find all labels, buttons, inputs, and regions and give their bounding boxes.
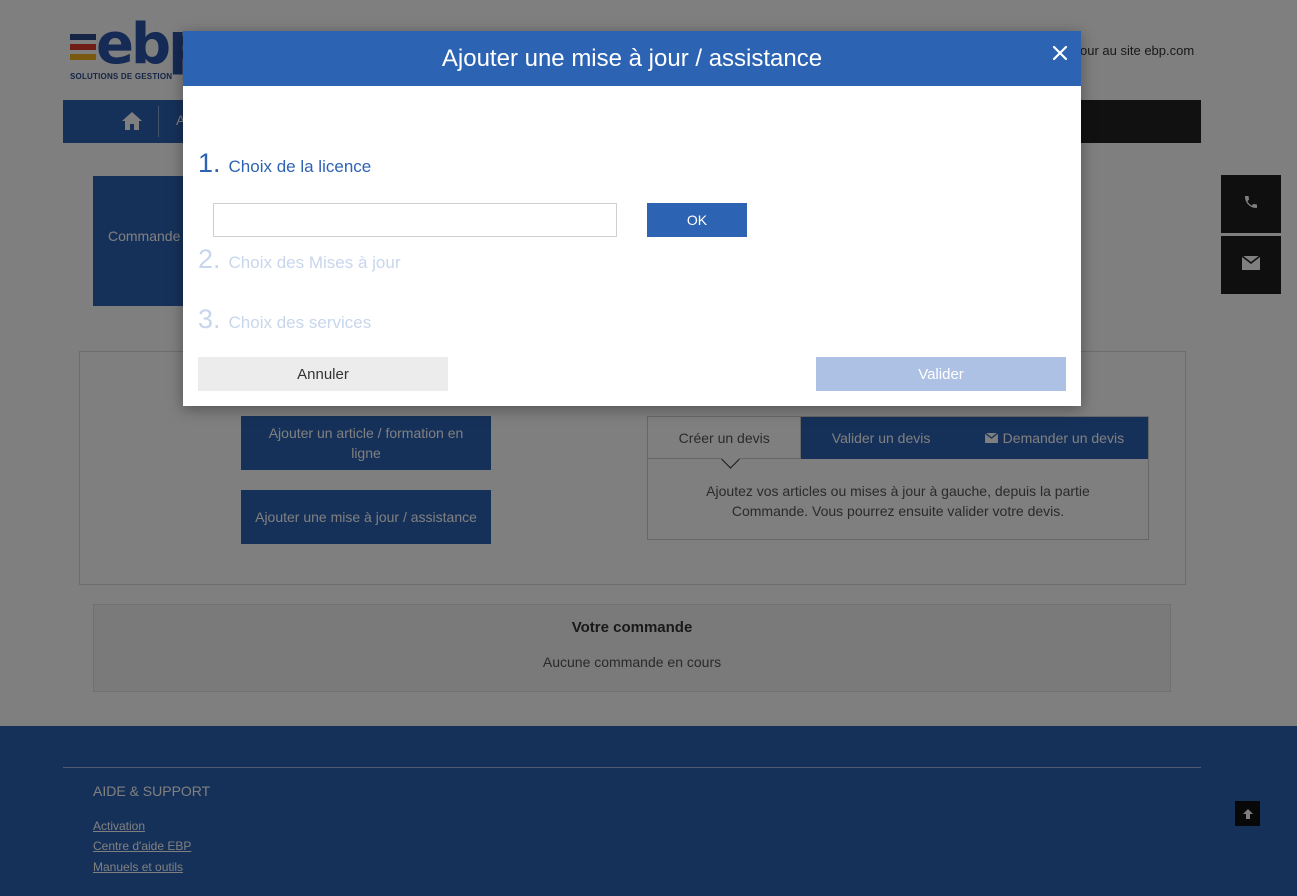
cancel-button[interactable]: Annuler	[198, 357, 448, 391]
modal-header: Ajouter une mise à jour / assistance	[183, 31, 1081, 86]
step-updates: 2. Choix des Mises à jour	[198, 244, 401, 275]
close-button[interactable]	[1047, 40, 1073, 66]
validate-button[interactable]: Valider	[816, 357, 1066, 391]
step-licence: 1. Choix de la licence	[198, 148, 371, 179]
step-label: Choix des Mises à jour	[228, 253, 401, 272]
modal-title: Ajouter une mise à jour / assistance	[441, 44, 823, 72]
step-services: 3. Choix des services	[198, 304, 371, 335]
step-number: 2.	[198, 244, 221, 274]
close-icon	[1052, 45, 1068, 61]
licence-input[interactable]	[213, 203, 617, 237]
step-label: Choix de la licence	[228, 157, 372, 176]
ok-button[interactable]: OK	[647, 203, 747, 237]
step-number: 3.	[198, 304, 221, 334]
step-label: Choix des services	[228, 313, 372, 332]
step-number: 1.	[198, 148, 221, 178]
add-update-modal: Ajouter une mise à jour / assistance 1. …	[183, 31, 1081, 406]
